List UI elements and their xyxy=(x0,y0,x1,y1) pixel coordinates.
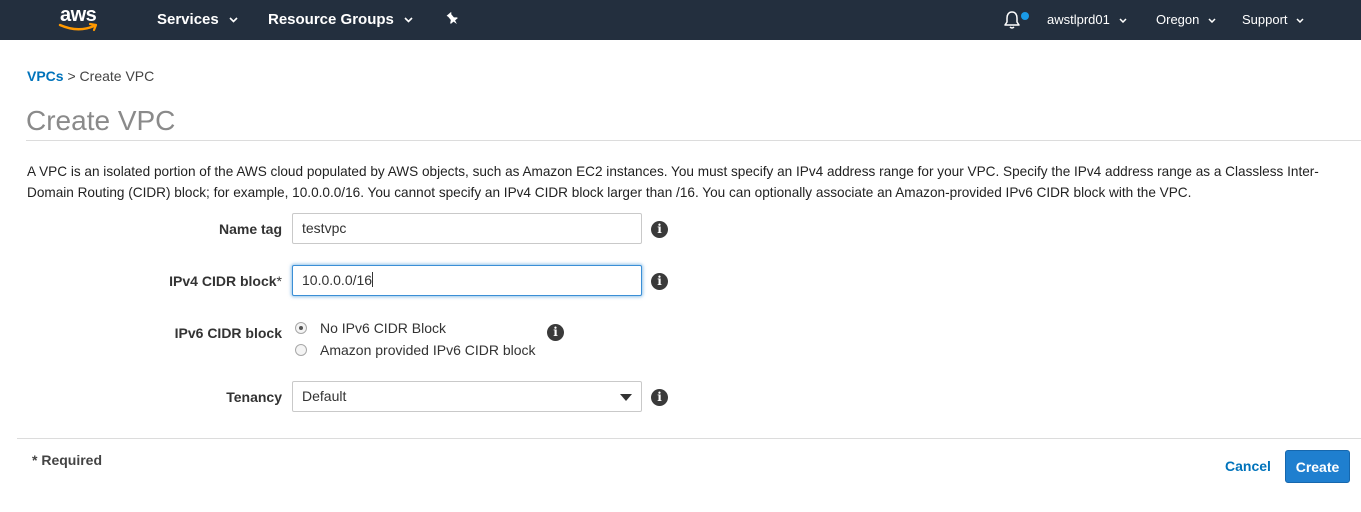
top-nav: aws Services Resource Groups awstlprd01 … xyxy=(0,0,1361,40)
dropdown-arrow-icon xyxy=(620,394,632,401)
services-label: Services xyxy=(157,11,219,28)
name-tag-info-icon[interactable]: i xyxy=(651,221,668,238)
resource-groups-label: Resource Groups xyxy=(268,11,394,28)
footer-divider xyxy=(17,438,1361,439)
chevron-down-icon xyxy=(1118,18,1127,24)
page-description: A VPC is an isolated portion of the AWS … xyxy=(27,164,1319,200)
ipv6-amazon-label: Amazon provided IPv6 CIDR block xyxy=(320,342,536,358)
ipv6-none-label: No IPv6 CIDR Block xyxy=(320,320,447,336)
bell-icon[interactable] xyxy=(1003,10,1021,30)
text-caret xyxy=(372,272,374,287)
ipv4-cidr-value: 10.0.0.0/16 xyxy=(302,272,373,288)
breadcrumb-vpcs-link[interactable]: VPCs xyxy=(27,68,64,84)
name-tag-value: testvpc xyxy=(302,220,347,236)
ipv4-cidr-info-icon[interactable]: i xyxy=(651,273,668,290)
breadcrumb-separator: > xyxy=(67,68,76,84)
ipv6-option-none[interactable]: No IPv6 CIDR Block xyxy=(295,320,446,336)
create-button[interactable]: Create xyxy=(1285,450,1350,483)
support-label: Support xyxy=(1242,12,1288,27)
ipv4-cidr-label-text: IPv4 CIDR block xyxy=(169,273,277,289)
tenancy-info-icon[interactable]: i xyxy=(651,389,668,406)
required-asterisk: * xyxy=(276,273,282,289)
account-label: awstlprd01 xyxy=(1047,12,1110,27)
chevron-down-icon xyxy=(1296,18,1304,24)
breadcrumb: VPCs > Create VPC xyxy=(27,68,154,84)
required-note: * Required xyxy=(32,452,103,468)
logo-smile-icon xyxy=(58,22,98,32)
account-menu[interactable]: awstlprd01 xyxy=(1047,12,1127,27)
ipv6-option-amazon[interactable]: Amazon provided IPv6 CIDR block xyxy=(295,342,536,358)
ipv6-amazon-radio[interactable] xyxy=(295,344,307,356)
tenancy-label: Tenancy xyxy=(226,389,282,405)
page-title: Create VPC xyxy=(26,105,176,136)
region-label: Oregon xyxy=(1156,12,1200,27)
breadcrumb-current: Create VPC xyxy=(79,68,155,84)
ipv4-cidr-label: IPv4 CIDR block* xyxy=(32,273,282,289)
cancel-button[interactable]: Cancel xyxy=(1225,458,1271,474)
ipv6-cidr-info-icon[interactable]: i xyxy=(547,324,564,341)
services-menu[interactable]: Services xyxy=(157,11,238,28)
tenancy-select[interactable]: Default xyxy=(292,381,642,412)
tenancy-value: Default xyxy=(302,388,347,404)
ipv6-none-radio[interactable] xyxy=(295,322,307,334)
support-menu[interactable]: Support xyxy=(1242,12,1304,27)
aws-logo[interactable]: aws xyxy=(58,4,104,36)
region-menu[interactable]: Oregon xyxy=(1156,12,1216,27)
ipv6-cidr-label: IPv6 CIDR block xyxy=(174,325,282,341)
chevron-down-icon xyxy=(404,17,413,23)
chevron-down-icon xyxy=(1208,18,1216,24)
resource-groups-menu[interactable]: Resource Groups xyxy=(268,11,413,28)
title-divider xyxy=(26,140,1361,141)
name-tag-input[interactable]: testvpc xyxy=(292,213,642,244)
pin-icon[interactable] xyxy=(444,11,460,28)
ipv4-cidr-input[interactable]: 10.0.0.0/16 xyxy=(292,265,642,296)
chevron-down-icon xyxy=(229,17,238,23)
name-tag-label: Name tag xyxy=(218,221,282,237)
notification-dot xyxy=(1021,12,1029,20)
